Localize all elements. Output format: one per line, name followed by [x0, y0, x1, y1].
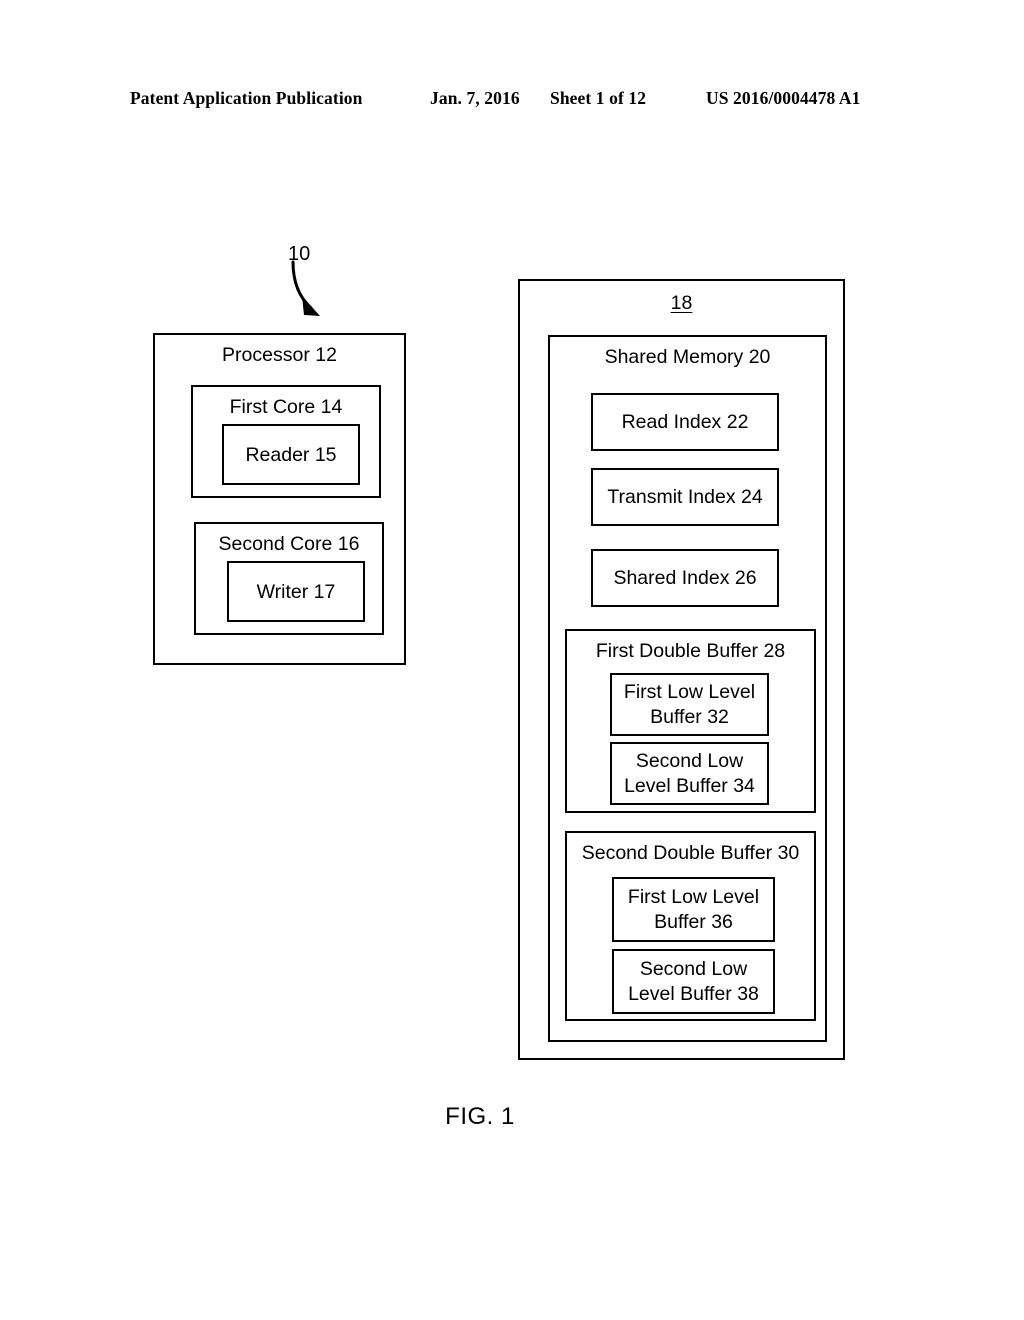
low-level-buffer-38-label: Second Low Level Buffer 38 [614, 957, 773, 1007]
transmit-index-label: Transmit Index 24 [607, 486, 763, 508]
transmit-index-block: Transmit Index 24 [591, 468, 779, 526]
low-level-buffer-36-line2: Buffer 36 [654, 910, 733, 933]
memory-system-block: 18 Shared Memory 20 Read Index 22 Transm… [518, 279, 845, 1060]
shared-index-block: Shared Index 26 [591, 549, 779, 607]
low-level-buffer-38-line2: Level Buffer 38 [628, 982, 759, 1005]
writer-block: Writer 17 [227, 561, 365, 622]
second-core-block: Second Core 16 Writer 17 [194, 522, 384, 635]
memory-system-label: 18 [670, 292, 693, 314]
low-level-buffer-34-line2: Level Buffer 34 [624, 774, 755, 797]
figure-caption-text: FIG. 1 [445, 1103, 515, 1130]
first-core-block: First Core 14 Reader 15 [191, 385, 381, 498]
processor-block: Processor 12 First Core 14 Reader 15 Sec… [153, 333, 406, 665]
processor-label: Processor 12 [222, 344, 337, 366]
second-core-label: Second Core 16 [218, 533, 360, 555]
shared-memory-label: Shared Memory 20 [604, 346, 771, 368]
low-level-buffer-38-line1: Second Low [639, 957, 748, 980]
low-level-buffer-32-line1: First Low Level [623, 680, 756, 703]
second-double-buffer-block: Second Double Buffer 30 First Low Level … [565, 831, 816, 1021]
shared-index-label: Shared Index 26 [613, 567, 757, 589]
header-date-text: Jan. 7, 2016 [430, 88, 520, 108]
low-level-buffer-32-block: First Low Level Buffer 32 [610, 673, 769, 736]
first-double-buffer-block: First Double Buffer 28 First Low Level B… [565, 629, 816, 813]
read-index-label: Read Index 22 [621, 411, 749, 433]
low-level-buffer-34-line1: Second Low [635, 749, 744, 772]
second-double-buffer-label: Second Double Buffer 30 [581, 842, 800, 864]
first-double-buffer-label: First Double Buffer 28 [595, 640, 786, 662]
low-level-buffer-34-label: Second Low Level Buffer 34 [612, 749, 767, 799]
leader-arrow-icon [291, 260, 320, 316]
first-core-label: First Core 14 [229, 396, 343, 418]
low-level-buffer-32-label: First Low Level Buffer 32 [612, 680, 767, 730]
low-level-buffer-38-block: Second Low Level Buffer 38 [612, 949, 775, 1014]
low-level-buffer-36-label: First Low Level Buffer 36 [614, 885, 773, 935]
header-patent-number: US 2016/0004478 A1 [706, 88, 861, 108]
header-sheet-text: Sheet 1 of 12 [550, 88, 647, 108]
read-index-block: Read Index 22 [591, 393, 779, 451]
reader-block: Reader 15 [222, 424, 360, 485]
low-level-buffer-36-line1: First Low Level [627, 885, 760, 908]
low-level-buffer-36-block: First Low Level Buffer 36 [612, 877, 775, 942]
low-level-buffer-32-line2: Buffer 32 [650, 705, 729, 728]
low-level-buffer-34-block: Second Low Level Buffer 34 [610, 742, 769, 805]
figure-caption: FIG. 1 [0, 1103, 1024, 1131]
writer-label: Writer 17 [256, 580, 336, 603]
reader-label: Reader 15 [245, 443, 337, 466]
header-publication-text: Patent Application Publication [130, 88, 363, 108]
shared-memory-block: Shared Memory 20 Read Index 22 Transmit … [548, 335, 827, 1042]
page-header: Patent Application Publication Jan. 7, 2… [0, 88, 1024, 114]
